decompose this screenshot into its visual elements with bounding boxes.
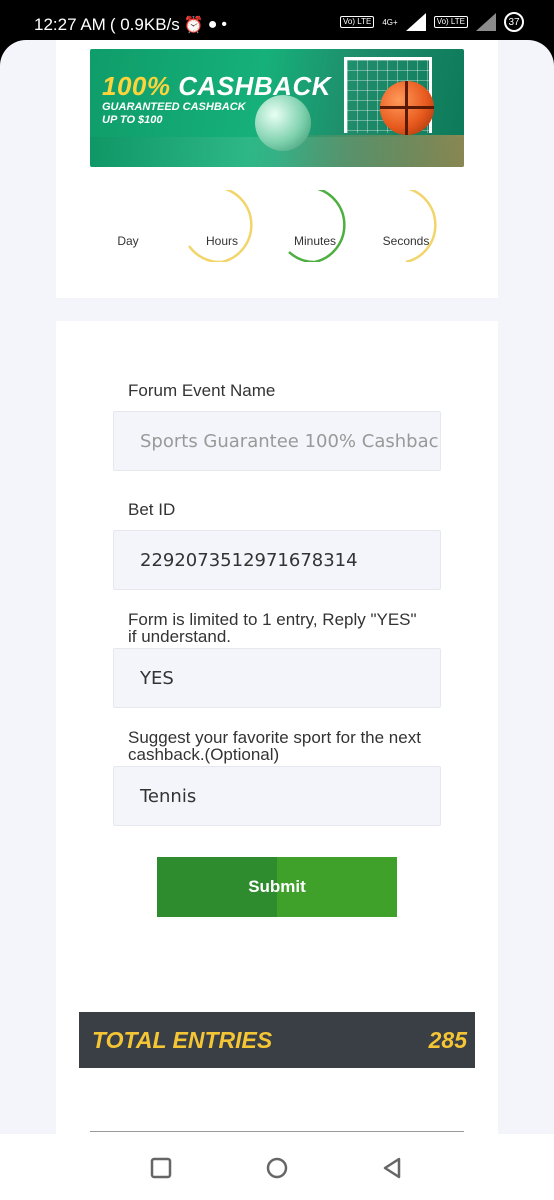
favorite-sport-label: Suggest your favorite sport for the next… (128, 728, 421, 764)
circle-icon (266, 1157, 288, 1179)
banner-title: 100% CASHBACK (102, 71, 331, 101)
battery-icon: 37 (504, 12, 524, 32)
countdown-hours: Hours (186, 190, 258, 262)
basketball-image (380, 81, 434, 135)
event-name-label: Forum Event Name (128, 381, 276, 400)
banner-subtitle: GUARANTEED CASHBACK UP TO $100 (102, 101, 246, 126)
home-button[interactable] (265, 1156, 289, 1180)
network-type-icon: 4G+ (382, 17, 398, 27)
volte-icon: Vo) LTE (340, 16, 375, 28)
total-entries-bar: TOTAL ENTRIES 285 (79, 1012, 475, 1068)
app-content[interactable]: 100% CASHBACK GUARANTEED CASHBACK UP TO … (0, 40, 554, 1134)
entry-form: Forum Event Name Sports Guarantee 100% C… (56, 321, 498, 1134)
bet-id-label: Bet ID (128, 500, 176, 519)
recents-button[interactable] (149, 1156, 173, 1180)
entry-limit-label: Form is limited to 1 entry, Reply "YES" … (128, 610, 417, 646)
minutes-ring (288, 190, 346, 262)
notification-app-icon: ● (207, 16, 218, 33)
countdown-minutes: Minutes (279, 190, 351, 262)
countdown-day: Day (117, 234, 139, 248)
total-entries-count: 285 (428, 1027, 467, 1053)
promo-card: 100% CASHBACK GUARANTEED CASHBACK UP TO … (56, 40, 498, 298)
hours-ring (187, 190, 253, 262)
submit-button[interactable]: Submit (157, 857, 397, 917)
back-button[interactable] (380, 1156, 404, 1180)
bet-id-field[interactable]: 2292073512971678314 (113, 530, 441, 590)
seconds-ring (405, 190, 437, 262)
total-entries-label: TOTAL ENTRIES (92, 1027, 273, 1053)
countdown-timer: Day Hours Minutes Seconds (56, 190, 498, 262)
alarm-icon: ⏰ (183, 17, 204, 34)
favorite-sport-field[interactable]: Tennis (113, 766, 441, 826)
network-speed: ( 0.9KB/s (109, 15, 180, 34)
volte-icon-2: Vo) LTE (433, 16, 468, 28)
signal-icon-2 (476, 13, 496, 31)
entry-limit-field[interactable]: YES (113, 648, 441, 708)
soccer-ball-image (255, 95, 311, 151)
back-triangle-icon (383, 1157, 401, 1179)
square-icon (150, 1157, 172, 1179)
countdown-seconds: Seconds (370, 190, 442, 262)
status-right: Vo) LTE 4G+ Vo) LTE 37 (340, 12, 524, 32)
more-notifications-icon: • (221, 16, 227, 33)
status-left: 12:27 AM ( 0.9KB/s ⏰ ● • (34, 15, 227, 35)
navigation-bar (0, 1134, 554, 1200)
cashback-banner[interactable]: 100% CASHBACK GUARANTEED CASHBACK UP TO … (90, 49, 464, 167)
event-name-field[interactable]: Sports Guarantee 100% Cashback (113, 411, 441, 471)
divider (90, 1131, 464, 1132)
clock: 12:27 AM (34, 15, 106, 34)
signal-icon (405, 13, 426, 31)
